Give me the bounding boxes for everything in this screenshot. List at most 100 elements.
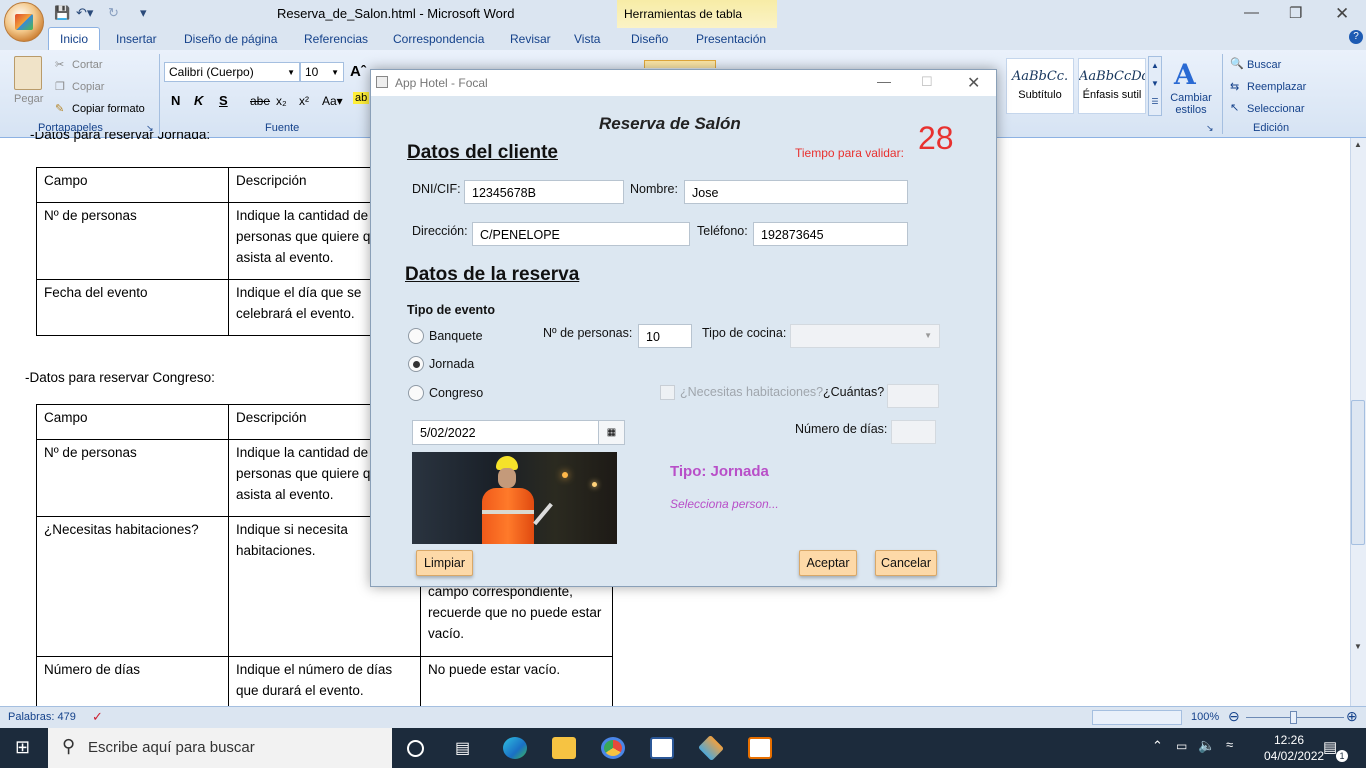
dni-input[interactable]: 12345678B <box>464 180 624 204</box>
find-button[interactable]: Buscar <box>1247 59 1281 71</box>
copy-button[interactable]: Copiar <box>72 81 104 93</box>
dialog-maximize-icon[interactable]: ☐ <box>921 74 933 90</box>
phone-label: Teléfono: <box>697 224 748 238</box>
scroll-down-icon[interactable]: ▼ <box>1354 642 1362 651</box>
view-buttons[interactable] <box>1092 710 1182 725</box>
dialog-minimize-icon[interactable]: — <box>877 73 891 89</box>
style-selected[interactable] <box>644 60 716 68</box>
cuisine-select[interactable]: ▼ <box>790 324 940 348</box>
find-icon[interactable]: 🔍 <box>1230 57 1244 70</box>
styles-scroll[interactable]: ▲ ▼ ☰ <box>1148 56 1162 116</box>
superscript-icon[interactable]: x² <box>299 94 309 108</box>
notifications-icon[interactable]: ▤ <box>1323 738 1337 756</box>
name-input[interactable]: Jose <box>684 180 908 204</box>
tab-revisar[interactable]: Revisar <box>510 32 551 46</box>
replace-button[interactable]: Reemplazar <box>1247 81 1306 93</box>
address-input[interactable]: C/PENELOPE <box>472 222 690 246</box>
tab-insertar[interactable]: Insertar <box>116 32 157 46</box>
format-painter-icon[interactable]: ✎ <box>55 102 64 115</box>
cancel-button[interactable]: Cancelar <box>875 550 937 576</box>
bold-icon[interactable]: N <box>171 93 180 108</box>
taskbar-search[interactable]: Escribe aquí para buscar <box>48 728 392 768</box>
tab-vista[interactable]: Vista <box>574 32 600 46</box>
edge-icon[interactable] <box>503 737 527 759</box>
paste-button[interactable]: Pegar <box>14 93 43 105</box>
paste-icon[interactable] <box>14 56 42 90</box>
how-many-input[interactable] <box>887 384 939 408</box>
close-icon[interactable]: ✕ <box>1335 4 1349 24</box>
style-subtitle[interactable]: AaBbCc. Subtítulo <box>1006 58 1074 114</box>
radio-congreso-label[interactable]: Congreso <box>429 386 483 400</box>
format-painter-button[interactable]: Copiar formato <box>72 103 145 115</box>
highlight-icon[interactable]: ab <box>353 92 370 104</box>
undo-icon[interactable]: ↶▾ <box>76 5 93 21</box>
tab-inicio[interactable]: Inicio <box>48 27 100 51</box>
tray-chevron-icon[interactable]: ⌃ <box>1152 738 1163 754</box>
word-icon[interactable] <box>650 737 674 759</box>
radio-banquete[interactable] <box>408 328 424 344</box>
replace-icon[interactable]: ⇆ <box>1230 80 1239 93</box>
strikethrough-icon[interactable]: abe <box>250 94 270 108</box>
file-explorer-icon[interactable] <box>552 737 576 759</box>
java-icon[interactable] <box>748 737 772 759</box>
taskbar-clock[interactable]: 12:26 04/02/2022 <box>1264 732 1324 764</box>
tab-presentacion[interactable]: Presentación <box>696 32 766 46</box>
customize-qat-icon[interactable]: ▾ <box>140 5 147 21</box>
cut-button[interactable]: Cortar <box>72 59 103 71</box>
dialog-title-bar[interactable]: App Hotel - Focal — ☐ ✕ <box>371 70 996 96</box>
cut-icon[interactable]: ✂ <box>55 58 64 71</box>
tab-diseno-pagina[interactable]: Diseño de página <box>184 32 277 46</box>
scrollbar-thumb[interactable] <box>1351 400 1365 545</box>
tab-referencias[interactable]: Referencias <box>304 32 368 46</box>
font-size-box[interactable]: 10 ▼ <box>300 62 344 82</box>
font-name-box[interactable]: Calibri (Cuerpo) ▼ <box>164 62 300 82</box>
accept-button[interactable]: Aceptar <box>799 550 857 576</box>
zoom-out-icon[interactable]: ⊖ <box>1228 708 1240 725</box>
tab-diseno[interactable]: Diseño <box>631 32 668 46</box>
underline-icon[interactable]: S <box>219 93 228 108</box>
volume-icon[interactable]: 🔈 <box>1198 737 1215 754</box>
save-icon[interactable]: 💾 <box>54 5 70 21</box>
grow-font-icon[interactable]: Aˆ <box>350 63 366 80</box>
widgets-icon[interactable]: ▤ <box>455 738 470 758</box>
dialog-close-icon[interactable]: ✕ <box>967 73 980 93</box>
date-input[interactable]: 5/02/2022 <box>412 420 624 445</box>
radio-jornada-label[interactable]: Jornada <box>429 357 474 371</box>
change-styles-button[interactable]: Cambiar estilos <box>1168 92 1214 116</box>
styles-launcher-icon[interactable]: ↘ <box>1206 123 1214 134</box>
select-button[interactable]: Seleccionar <box>1247 103 1304 115</box>
change-case-icon[interactable]: Aa▾ <box>322 94 343 108</box>
radio-banquete-label[interactable]: Banquete <box>429 329 483 343</box>
zoom-in-icon[interactable]: ⊕ <box>1346 708 1358 725</box>
radio-jornada[interactable] <box>408 356 424 372</box>
phone-input[interactable]: 192873645 <box>753 222 908 246</box>
chrome-icon[interactable] <box>601 737 625 759</box>
battery-icon[interactable]: ▭ <box>1176 739 1187 753</box>
task-view-icon[interactable] <box>407 740 424 757</box>
windows-start-icon[interactable]: ⊞ <box>15 737 30 758</box>
people-input[interactable]: 10 <box>638 324 692 348</box>
style-subtle-emphasis[interactable]: AaBbCcDd Énfasis sutil <box>1078 58 1146 114</box>
italic-icon[interactable]: K <box>194 93 203 108</box>
rooms-checkbox[interactable] <box>660 385 675 400</box>
days-input[interactable] <box>891 420 936 444</box>
select-icon[interactable]: ↖ <box>1230 101 1239 114</box>
redo-icon[interactable]: ↻ <box>108 5 119 21</box>
network-icon[interactable]: ≈ <box>1226 737 1233 752</box>
scroll-up-icon[interactable]: ▲ <box>1354 140 1362 149</box>
radio-congreso[interactable] <box>408 385 424 401</box>
copy-icon[interactable]: ❐ <box>55 80 65 93</box>
clear-button[interactable]: Limpiar <box>416 550 473 576</box>
change-styles-icon[interactable]: A <box>1174 58 1196 91</box>
zoom-level[interactable]: 100% <box>1191 711 1219 723</box>
proofing-icon[interactable]: ✓ <box>92 709 103 725</box>
subscript-icon[interactable]: x₂ <box>276 94 287 108</box>
calendar-icon[interactable]: ▦ <box>598 420 625 445</box>
help-icon[interactable]: ? <box>1349 30 1363 44</box>
tab-correspondencia[interactable]: Correspondencia <box>393 32 484 46</box>
minimize-icon[interactable]: — <box>1244 4 1259 21</box>
restore-icon[interactable]: ❐ <box>1289 4 1302 22</box>
zoom-slider-thumb[interactable] <box>1290 711 1297 724</box>
word-count[interactable]: Palabras: 479 <box>8 711 76 723</box>
office-button-icon[interactable] <box>4 2 44 42</box>
